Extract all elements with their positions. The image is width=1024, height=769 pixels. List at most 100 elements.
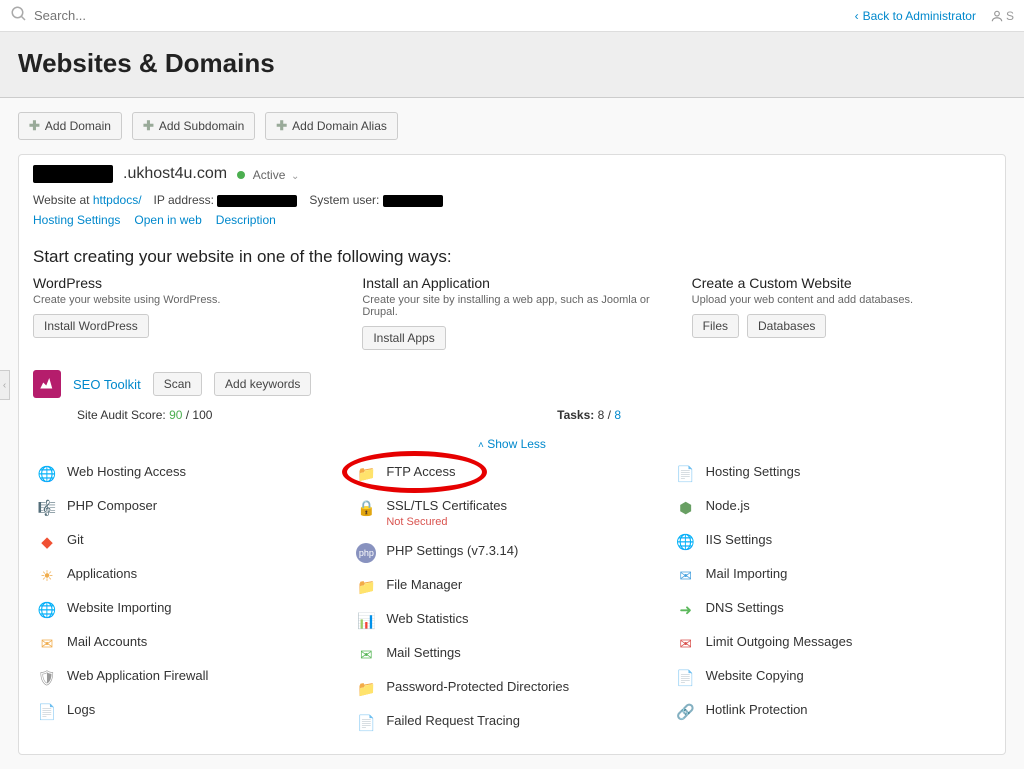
app-desc: Create your site by installing a web app… <box>362 294 661 318</box>
seo-score-row: Site Audit Score: 90 / 100 Tasks: 8 / 8 <box>19 404 1005 430</box>
failed-request-icon: 📄 <box>356 713 376 733</box>
hosting-settings-item-icon: 📄 <box>676 464 696 484</box>
iis-settings-item[interactable]: 🌐IIS Settings <box>672 525 991 559</box>
grid-col-2: 📁FTP Access🔒SSL/TLS CertificatesNot Secu… <box>352 457 671 740</box>
password-protected-label: Password-Protected Directories <box>386 679 569 696</box>
databases-button[interactable]: Databases <box>747 314 826 338</box>
website-importing-item[interactable]: 🌐 Website Importing <box>33 593 352 627</box>
hosting-settings-item-item[interactable]: 📄Hosting Settings <box>672 457 991 491</box>
httpdocs-link[interactable]: httpdocs/ <box>93 193 142 207</box>
show-less-row: ˄ Show Less <box>19 430 1005 457</box>
chevron-left-icon: ‹ <box>855 9 859 23</box>
iis-settings-icon: 🌐 <box>676 532 696 552</box>
password-protected-icon: 📁 <box>356 679 376 699</box>
file-manager-item[interactable]: 📁File Manager <box>352 570 671 604</box>
seo-icon <box>33 370 61 398</box>
open-in-web-link[interactable]: Open in web <box>134 213 201 227</box>
hosting-settings-link[interactable]: Hosting Settings <box>33 213 120 227</box>
logs-icon: 📄 <box>37 702 57 722</box>
php-settings-item[interactable]: phpPHP Settings (v7.3.14) <box>352 536 671 570</box>
limit-outgoing-icon: ✉ <box>676 634 696 654</box>
description-link[interactable]: Description <box>216 213 276 227</box>
website-importing-icon: 🌐 <box>37 600 57 620</box>
add-subdomain-label: Add Subdomain <box>159 119 244 133</box>
search-wrap[interactable] <box>10 5 334 26</box>
nodejs-icon: ⬢ <box>676 498 696 518</box>
failed-request-item[interactable]: 📄 Failed Request Tracing <box>352 706 671 740</box>
page-header: Websites & Domains <box>0 32 1024 98</box>
custom-title: Create a Custom Website <box>692 275 991 291</box>
domain-name[interactable]: .ukhost4u.com <box>123 165 227 183</box>
seo-add-keywords-button[interactable]: Add keywords <box>214 372 311 396</box>
nodejs-item[interactable]: ⬢Node.js <box>672 491 991 525</box>
add-alias-label: Add Domain Alias <box>292 119 387 133</box>
install-apps-button[interactable]: Install Apps <box>362 326 445 350</box>
create-app: Install an Application Create your site … <box>362 275 661 350</box>
mail-accounts-label: Mail Accounts <box>67 634 147 651</box>
tasks-label: Tasks: <box>557 408 594 422</box>
back-to-admin-link[interactable]: ‹ Back to Administrator <box>855 9 976 23</box>
ftp-access-icon: 📁 <box>356 464 376 484</box>
mail-importing-label: Mail Importing <box>706 566 788 583</box>
mail-accounts-item[interactable]: ✉Mail Accounts <box>33 627 352 661</box>
top-bar: ‹ Back to Administrator S <box>0 0 1024 32</box>
add-domain-label: Add Domain <box>45 119 111 133</box>
website-importing-label: Website Importing <box>67 600 172 617</box>
git-item[interactable]: ◆Git <box>33 525 352 559</box>
tasks-total-link[interactable]: 8 <box>614 408 621 422</box>
file-manager-icon: 📁 <box>356 577 376 597</box>
password-protected-item[interactable]: 📁 Password-Protected Directories <box>352 672 671 706</box>
show-less-button[interactable]: ˄ Show Less <box>478 437 546 451</box>
create-section-title: Start creating your website in one of th… <box>33 247 991 267</box>
status-indicator[interactable]: Active ⌄ <box>237 167 299 182</box>
php-composer-icon: 🎼 <box>37 498 57 518</box>
ip-address: IP address: <box>154 193 298 207</box>
plus-icon: ✚ <box>143 118 154 134</box>
hotlink-protection-label: Hotlink Protection <box>706 702 808 719</box>
user-menu[interactable]: S <box>990 9 1014 23</box>
web-hosting-access-label: Web Hosting Access <box>67 464 186 481</box>
add-subdomain-button[interactable]: ✚ Add Subdomain <box>132 112 255 140</box>
dns-settings-item[interactable]: ➜DNS Settings <box>672 593 991 627</box>
topbar-right: ‹ Back to Administrator S <box>855 9 1014 23</box>
logs-item[interactable]: 📄Logs <box>33 695 352 729</box>
seo-toolkit-link[interactable]: SEO Toolkit <box>73 377 141 392</box>
files-button[interactable]: Files <box>692 314 739 338</box>
sidebar-collapse-tab[interactable]: ‹ <box>0 370 10 400</box>
ssl-certs-item[interactable]: 🔒SSL/TLS CertificatesNot Secured <box>352 491 671 536</box>
plus-icon: ✚ <box>276 118 287 134</box>
website-copying-label: Website Copying <box>706 668 804 685</box>
mail-settings-icon: ✉ <box>356 645 376 665</box>
domain-action-buttons: ✚ Add Domain ✚ Add Subdomain ✚ Add Domain A… <box>18 112 1006 140</box>
web-hosting-access-item[interactable]: 🌐 Web Hosting Access <box>33 457 352 491</box>
seo-scan-button[interactable]: Scan <box>153 372 202 396</box>
hotlink-protection-item[interactable]: 🔗Hotlink Protection <box>672 695 991 729</box>
ftp-access-item[interactable]: 📁FTP Access <box>352 457 671 491</box>
install-wordpress-button[interactable]: Install WordPress <box>33 314 149 338</box>
plus-icon: ✚ <box>29 118 40 134</box>
failed-request-label: Failed Request Tracing <box>386 713 520 730</box>
website-at: Website at httpdocs/ <box>33 193 142 207</box>
redacted-user <box>383 195 443 207</box>
mail-settings-label: Mail Settings <box>386 645 460 662</box>
web-app-firewall-item[interactable]: 🛡Web Application Firewall <box>33 661 352 695</box>
system-user: System user: <box>309 193 442 207</box>
applications-item[interactable]: ☀Applications <box>33 559 352 593</box>
user-letter: S <box>1006 9 1014 23</box>
ssl-certs-sublabel: Not Secured <box>386 515 507 529</box>
website-copying-item[interactable]: 📄 Website Copying <box>672 661 991 695</box>
mail-importing-item[interactable]: ✉Mail Importing <box>672 559 991 593</box>
redacted-domain-prefix <box>33 165 113 183</box>
add-domain-alias-button[interactable]: ✚ Add Domain Alias <box>265 112 398 140</box>
limit-outgoing-item[interactable]: ✉ Limit Outgoing Messages <box>672 627 991 661</box>
php-settings-label: PHP Settings (v7.3.14) <box>386 543 518 560</box>
website-copying-icon: 📄 <box>676 668 696 688</box>
web-statistics-item[interactable]: 📊Web Statistics <box>352 604 671 638</box>
php-composer-item[interactable]: 🎼PHP Composer <box>33 491 352 525</box>
limit-outgoing-label: Limit Outgoing Messages <box>706 634 853 651</box>
search-input[interactable] <box>34 8 334 23</box>
web-hosting-access-icon: 🌐 <box>37 464 57 484</box>
add-domain-button[interactable]: ✚ Add Domain <box>18 112 122 140</box>
score-total: / 100 <box>182 408 212 422</box>
mail-settings-item[interactable]: ✉ Mail Settings <box>352 638 671 672</box>
